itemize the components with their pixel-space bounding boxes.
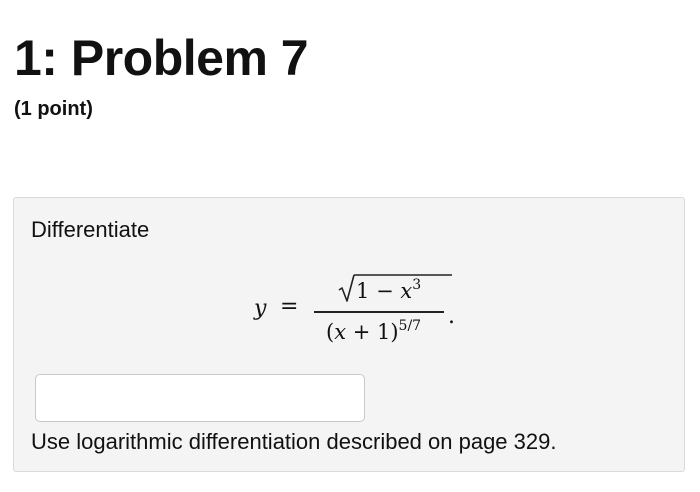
den-plus-one: + 1) xyxy=(346,320,399,344)
instruction-text: Differentiate xyxy=(31,217,150,242)
equation-period: . xyxy=(448,304,455,329)
radicand-variable: x xyxy=(400,279,413,303)
equation-lhs: y xyxy=(254,296,267,321)
sqrt-icon xyxy=(338,274,355,302)
points-label: (1 point) xyxy=(14,98,93,120)
answer-input[interactable] xyxy=(35,374,365,422)
den-exponent: 5/7 xyxy=(398,318,422,334)
radicand: 1 − x3 xyxy=(356,278,421,302)
radicand-minus: − xyxy=(376,279,394,303)
problem-box: Differentiate y = 1 − x3 (x + 1)5/7 . Us… xyxy=(13,197,685,472)
numerator: 1 − x3 xyxy=(324,268,452,306)
radicand-exponent: 3 xyxy=(412,277,422,293)
den-variable: x xyxy=(334,320,347,344)
equals-sign: = xyxy=(280,294,299,319)
radicand-constant: 1 xyxy=(356,279,370,303)
sqrt-overbar xyxy=(354,274,452,276)
fraction-bar xyxy=(314,311,444,313)
denominator: (x + 1)5/7 xyxy=(326,319,421,343)
hint-text: Use logarithmic differentiation describe… xyxy=(31,429,557,454)
den-open-paren: ( xyxy=(326,320,335,344)
problem-title: 1: Problem 7 xyxy=(14,30,309,86)
